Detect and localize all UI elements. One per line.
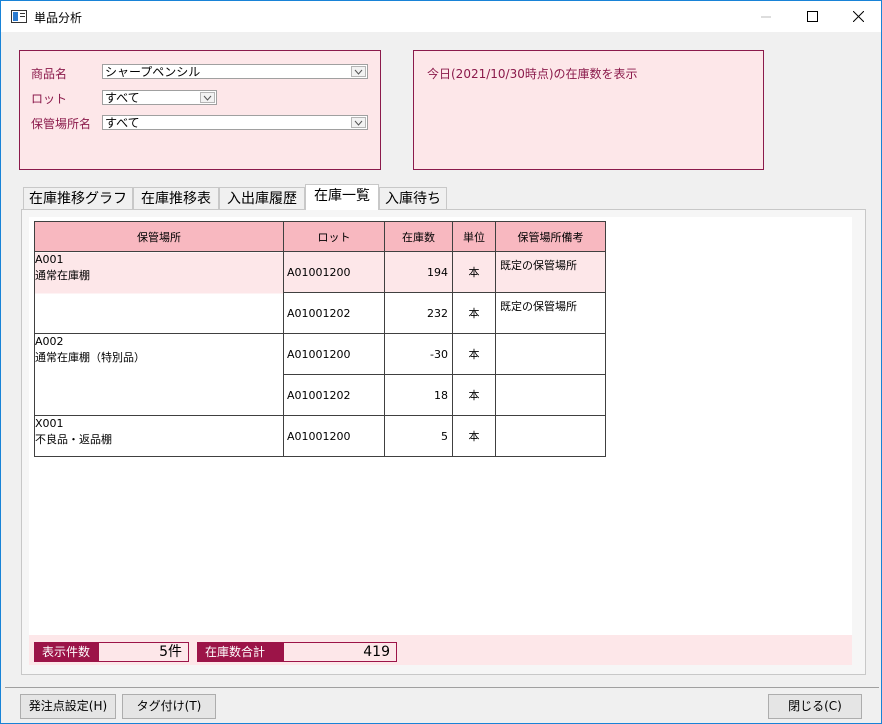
qty-cell[interactable]: 232	[384, 292, 453, 334]
close-icon	[852, 11, 864, 22]
location-code: A001	[35, 253, 64, 266]
product-select-value: シャープペンシル	[105, 65, 201, 79]
note-cell[interactable]: 既定の保管場所	[495, 251, 606, 293]
chevron-down-icon[interactable]	[200, 92, 215, 103]
qty-cell[interactable]: 194	[384, 251, 453, 293]
unit-cell[interactable]: 本	[452, 292, 496, 334]
column-header[interactable]: ロット	[283, 221, 385, 252]
lot-cell[interactable]: A01001200	[283, 333, 385, 375]
divider	[5, 687, 879, 688]
location-name: 通常在庫棚	[35, 269, 90, 282]
tab-label: 入庫待ち	[385, 191, 441, 207]
note-cell[interactable]: 既定の保管場所	[495, 292, 606, 334]
close-window-button[interactable]	[835, 1, 881, 32]
note-cell[interactable]	[495, 374, 606, 416]
grid-header-row: 保管場所 ロット 在庫数 単位 保管場所備考	[34, 221, 606, 252]
app-window-icon	[11, 10, 27, 23]
tab-stock-graph[interactable]: 在庫推移グラフ	[23, 187, 133, 209]
reorder-point-button[interactable]: 発注点設定(H)	[20, 694, 116, 719]
table-row[interactable]: X001 不良品・返品棚 A01001200 5 本	[34, 415, 606, 457]
location-cell[interactable]: A002 通常在庫棚（特別品）	[34, 333, 284, 416]
tab-stock-table[interactable]: 在庫推移表	[133, 187, 219, 209]
minimize-icon	[760, 16, 771, 18]
tab-incoming[interactable]: 入庫待ち	[379, 187, 447, 209]
qty-cell[interactable]: 5	[384, 415, 453, 457]
info-panel: 今日(2021/10/30時点)の在庫数を表示	[413, 50, 764, 170]
location-select[interactable]: すべて	[102, 115, 368, 130]
total-label: 在庫数合計	[197, 642, 283, 662]
column-header[interactable]: 保管場所備考	[495, 221, 606, 252]
column-header[interactable]: 在庫数	[384, 221, 453, 252]
location-select-value: すべて	[105, 116, 140, 130]
lot-select-value: すべて	[105, 91, 140, 105]
maximize-button[interactable]	[789, 1, 835, 32]
unit-cell[interactable]: 本	[452, 333, 496, 375]
maximize-icon	[806, 11, 818, 22]
close-button[interactable]: 閉じる(C)	[768, 694, 862, 719]
count-label: 表示件数	[34, 642, 98, 662]
count-value: 5件	[98, 642, 189, 662]
product-label: 商品名	[31, 67, 68, 81]
unit-cell[interactable]: 本	[452, 374, 496, 416]
stock-grid[interactable]: 保管場所 ロット 在庫数 単位 保管場所備考 A001 通常在庫棚 A01001…	[34, 221, 606, 457]
note-cell[interactable]	[495, 333, 606, 375]
tag-button[interactable]: タグ付け(T)	[122, 694, 216, 719]
window-title: 単品分析	[34, 11, 83, 25]
tab-stock-list[interactable]: 在庫一覧	[305, 184, 379, 210]
column-header[interactable]: 保管場所	[34, 221, 284, 252]
table-row[interactable]: A002 通常在庫棚（特別品） A01001200 -30 本	[34, 333, 606, 416]
chevron-down-icon[interactable]	[351, 117, 366, 128]
chevron-down-icon[interactable]	[351, 66, 366, 77]
info-text: 今日(2021/10/30時点)の在庫数を表示	[427, 67, 638, 81]
product-select[interactable]: シャープペンシル	[102, 64, 368, 79]
location-cell[interactable]: A001 通常在庫棚	[34, 251, 284, 334]
total-value: 419	[283, 642, 397, 662]
tab-label: 在庫推移表	[141, 191, 211, 207]
lot-cell[interactable]: A01001200	[283, 415, 385, 457]
tab-label: 在庫一覧	[314, 188, 370, 204]
table-row[interactable]: A001 通常在庫棚 A01001200 194 本 既定の保管場所	[34, 251, 606, 334]
lot-select[interactable]: すべて	[102, 90, 217, 105]
lot-cell[interactable]: A01001200	[283, 251, 385, 293]
location-name: 通常在庫棚（特別品）	[35, 351, 145, 364]
location-label: 保管場所名	[31, 117, 92, 131]
tab-label: 入出庫履歴	[227, 191, 297, 207]
lot-cell[interactable]: A01001202	[283, 292, 385, 334]
minimize-button[interactable]	[743, 1, 789, 32]
location-name: 不良品・返品棚	[35, 433, 112, 446]
note-cell[interactable]	[495, 415, 606, 457]
title-bar: 単品分析	[1, 1, 881, 32]
location-code: A002	[35, 335, 64, 348]
qty-cell[interactable]: -30	[384, 333, 453, 375]
unit-cell[interactable]: 本	[452, 251, 496, 293]
qty-cell[interactable]: 18	[384, 374, 453, 416]
location-cell[interactable]: X001 不良品・返品棚	[34, 415, 284, 457]
tab-history[interactable]: 入出庫履歴	[219, 187, 305, 209]
column-header[interactable]: 単位	[452, 221, 496, 252]
lot-label: ロット	[31, 92, 68, 106]
window: 単品分析 商品名 シャープペンシル ロット すべて 保管場所名 すべて 今日(2…	[0, 0, 882, 724]
location-code: X001	[35, 417, 64, 430]
tab-label: 在庫推移グラフ	[29, 191, 127, 207]
unit-cell[interactable]: 本	[452, 415, 496, 457]
lot-cell[interactable]: A01001202	[283, 374, 385, 416]
